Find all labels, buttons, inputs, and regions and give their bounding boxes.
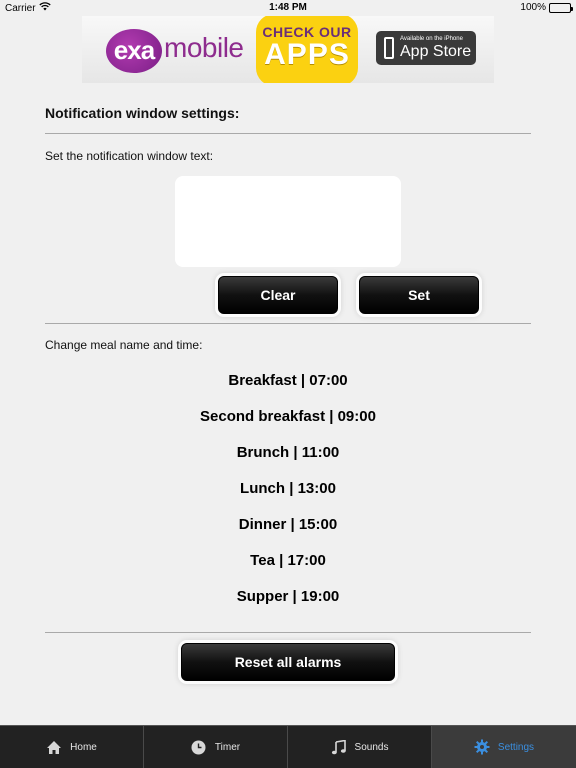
meal-item-brunch[interactable]: Brunch | 11:00 (0, 438, 576, 474)
tab-timer-label: Timer (214, 741, 241, 753)
meal-section-label: Change meal name and time: (45, 338, 203, 352)
notification-text-label: Set the notification window text: (45, 149, 214, 163)
ad-banner[interactable]: exa mobile CHECK OUR APPS Available on t… (82, 16, 494, 83)
battery-indicator: 100% (520, 2, 573, 13)
exa-logo-text: mobile (164, 32, 244, 63)
meal-item-breakfast[interactable]: Breakfast | 07:00 (0, 366, 576, 402)
battery-icon (549, 2, 573, 13)
tab-home[interactable]: Home (0, 726, 144, 768)
check-apps-badge: CHECK OUR APPS (256, 16, 358, 83)
tab-settings[interactable]: Settings (432, 726, 576, 768)
reset-alarms-button[interactable]: Reset all alarms (181, 643, 395, 681)
gear-icon (474, 739, 490, 755)
meal-item-second-breakfast[interactable]: Second breakfast | 09:00 (0, 402, 576, 438)
battery-percent: 100% (520, 2, 546, 13)
tab-home-label: Home (70, 741, 97, 753)
app-store-text: App Store (400, 43, 472, 60)
app-store-badge[interactable]: Available on the iPhone App Store (376, 31, 476, 65)
exa-logo: exa (106, 29, 162, 73)
home-icon (46, 739, 62, 755)
meal-item-supper[interactable]: Supper | 19:00 (0, 582, 576, 618)
meal-list: Breakfast | 07:00 Second breakfast | 09:… (0, 366, 576, 618)
set-button[interactable]: Set (359, 276, 479, 314)
tab-bar: Home Timer Sounds Settings (0, 725, 576, 768)
divider (45, 632, 531, 633)
app-store-small-text: Available on the iPhone (400, 36, 463, 42)
iphone-icon (384, 37, 394, 59)
tab-timer[interactable]: Timer (144, 726, 288, 768)
meal-item-tea[interactable]: Tea | 17:00 (0, 546, 576, 582)
clock-icon (191, 739, 207, 755)
meal-item-dinner[interactable]: Dinner | 15:00 (0, 510, 576, 546)
clock-time: 1:48 PM (269, 2, 307, 13)
notification-text-input[interactable] (175, 176, 401, 267)
music-note-icon (331, 739, 347, 755)
tab-sounds[interactable]: Sounds (288, 726, 432, 768)
tab-settings-label: Settings (497, 741, 535, 753)
divider (45, 323, 531, 324)
tab-sounds-label: Sounds (354, 741, 389, 753)
clear-button[interactable]: Clear (218, 276, 338, 314)
check-apps-main: APPS (264, 38, 350, 71)
notification-section-title: Notification window settings: (45, 105, 240, 121)
status-bar: Carrier 1:48 PM 100% (0, 0, 576, 16)
meal-item-lunch[interactable]: Lunch | 13:00 (0, 474, 576, 510)
divider (45, 133, 531, 134)
